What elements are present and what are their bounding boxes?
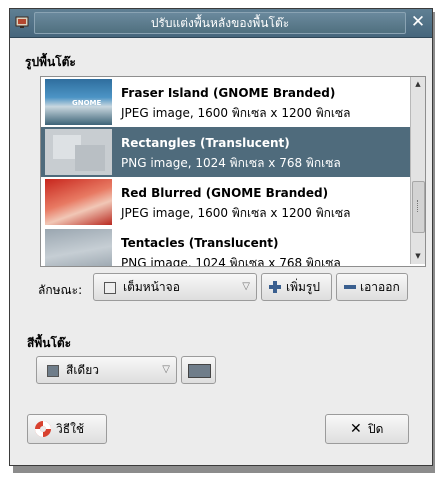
help-button[interactable]: วิธีใช้ bbox=[27, 414, 107, 444]
wallpaper-details: JPEG image, 1600 พิกเซล x 1200 พิกเซล bbox=[121, 206, 351, 220]
scroll-down-arrow-icon[interactable]: ▼ bbox=[412, 250, 424, 262]
wallpaper-details: PNG image, 1024 พิกเซล x 768 พิกเซล bbox=[121, 156, 341, 170]
wallpaper-name: Rectangles (Translucent) bbox=[121, 136, 290, 150]
scroll-up-arrow-icon[interactable]: ▲ bbox=[412, 78, 424, 90]
chevron-down-icon: ▽ bbox=[162, 364, 170, 375]
wallpaper-details: JPEG image, 1600 พิกเซล x 1200 พิกเซล bbox=[121, 106, 351, 120]
solid-color-icon bbox=[47, 365, 59, 377]
style-combo[interactable]: เต็มหน้าจอ ▽ bbox=[93, 273, 257, 301]
add-icon bbox=[269, 281, 281, 293]
desktop-app-icon bbox=[15, 16, 29, 28]
screen-icon bbox=[104, 282, 116, 294]
color-section-label: สีพื้นโต๊ะ bbox=[27, 336, 72, 350]
list-scrollbar[interactable]: ▲ ▼ bbox=[410, 77, 425, 264]
style-label: ลักษณะ: bbox=[38, 283, 83, 297]
wallpaper-thumbnail bbox=[45, 129, 112, 175]
close-button[interactable]: ✕ ปิด bbox=[325, 414, 409, 444]
title-bar[interactable]: ปรับแต่งพื้นหลังของพื้นโต๊ะ ✕ bbox=[10, 9, 432, 38]
wallpaper-thumbnail: GNOME bbox=[45, 79, 112, 125]
wallpaper-thumbnail bbox=[45, 229, 112, 266]
wallpaper-details: PNG image, 1024 พิกเซล x 768 พิกเซล bbox=[121, 256, 341, 267]
list-item-selected[interactable]: Rectangles (Translucent) PNG image, 1024… bbox=[41, 127, 410, 177]
wallpaper-list[interactable]: GNOME Fraser Island (GNOME Branded) JPEG… bbox=[40, 76, 426, 267]
list-item[interactable]: GNOME Fraser Island (GNOME Branded) JPEG… bbox=[41, 77, 410, 127]
shading-combo[interactable]: สีเดียว ▽ bbox=[36, 356, 177, 384]
add-wallpaper-button[interactable]: เพิ่มรูป bbox=[261, 273, 332, 301]
close-icon: ✕ bbox=[410, 12, 426, 32]
remove-icon bbox=[344, 285, 356, 289]
scrollbar-thumb[interactable] bbox=[412, 181, 425, 233]
remove-label: เอาออก bbox=[360, 280, 400, 294]
shading-value: สีเดียว bbox=[66, 363, 99, 377]
color-swatch bbox=[188, 364, 211, 378]
window-title: ปรับแต่งพื้นหลังของพื้นโต๊ะ bbox=[34, 12, 406, 34]
wallpaper-thumbnail bbox=[45, 179, 112, 225]
help-label: วิธีใช้ bbox=[56, 422, 85, 436]
thumb-rect bbox=[75, 145, 105, 171]
chevron-down-icon: ▽ bbox=[242, 281, 250, 292]
wallpaper-section-label: รูปพื้นโต๊ะ bbox=[25, 55, 76, 69]
wallpaper-name: Fraser Island (GNOME Branded) bbox=[121, 86, 336, 100]
list-item[interactable]: Red Blurred (GNOME Branded) JPEG image, … bbox=[41, 177, 410, 227]
wallpaper-name: Tentacles (Translucent) bbox=[121, 236, 279, 250]
style-value: เต็มหน้าจอ bbox=[123, 280, 180, 294]
remove-wallpaper-button[interactable]: เอาออก bbox=[336, 273, 408, 301]
dialog-window: ปรับแต่งพื้นหลังของพื้นโต๊ะ ✕ รูปพื้นโต๊… bbox=[9, 8, 433, 466]
window-close-button[interactable]: ✕ bbox=[409, 13, 427, 31]
close-label: ปิด bbox=[368, 422, 384, 436]
gnome-logo-text: GNOME bbox=[72, 99, 102, 107]
list-item[interactable]: Tentacles (Translucent) PNG image, 1024 … bbox=[41, 227, 410, 267]
lifebuoy-help-icon bbox=[35, 421, 51, 437]
grip-icon bbox=[417, 200, 421, 212]
color-picker-button[interactable] bbox=[181, 356, 216, 384]
close-x-icon: ✕ bbox=[350, 421, 362, 437]
wallpaper-name: Red Blurred (GNOME Branded) bbox=[121, 186, 329, 200]
add-label: เพิ่มรูป bbox=[286, 280, 320, 294]
